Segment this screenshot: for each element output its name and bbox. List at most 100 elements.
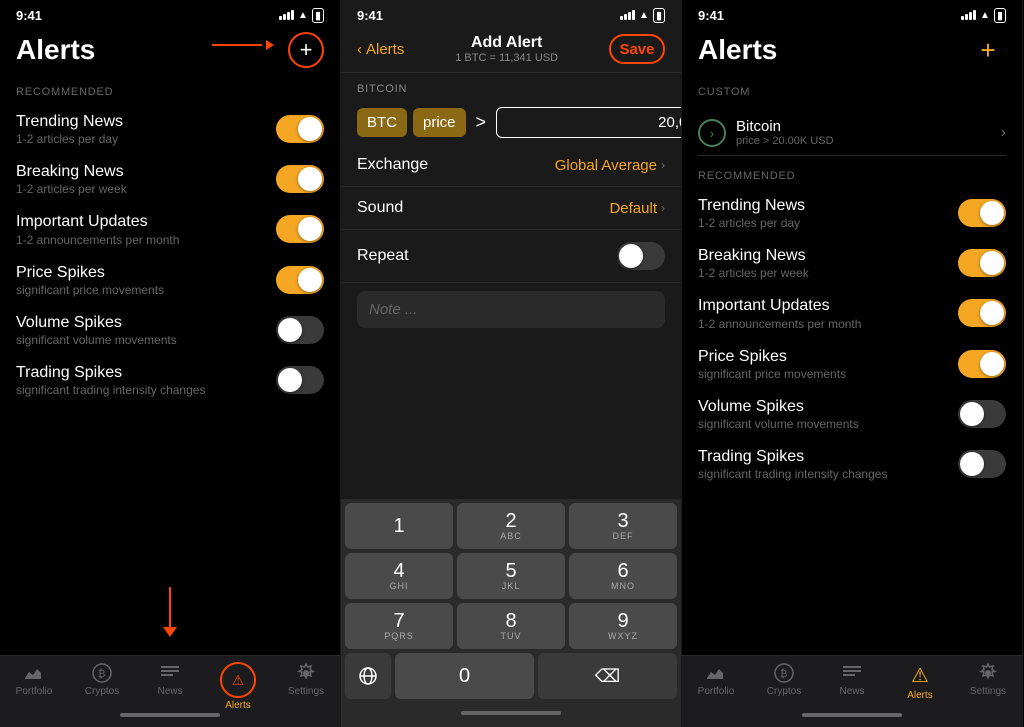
- portfolio-icon: [705, 662, 727, 684]
- alert-title: Trading Spikes: [698, 447, 958, 466]
- crypto-label: BITCOIN: [341, 73, 681, 101]
- key-5[interactable]: 5 JKL: [457, 553, 565, 599]
- delete-key[interactable]: ⌫: [538, 653, 677, 699]
- page-title-left: Alerts: [16, 34, 95, 66]
- alert-title: Price Spikes: [16, 263, 276, 282]
- key-3[interactable]: 3 DEF: [569, 503, 677, 549]
- price-spikes-toggle-left[interactable]: [276, 266, 324, 294]
- alert-title: Trading Spikes: [16, 363, 276, 382]
- tab-cryptos-right[interactable]: ₿ Cryptos: [750, 662, 818, 697]
- tab-settings-left[interactable]: Settings: [272, 662, 340, 697]
- keyboard-row-1: 1 2 ABC 3 DEF: [345, 503, 677, 549]
- list-item: Trading Spikes significant trading inten…: [0, 355, 340, 405]
- btc-rate: 1 BTC = 11,341 USD: [455, 52, 558, 64]
- wifi-icon-left: ▲: [298, 10, 308, 21]
- back-button[interactable]: ‹ Alerts: [357, 41, 404, 58]
- alert-subtitle: significant trading intensity changes: [16, 383, 276, 397]
- cryptos-icon: ₿: [91, 662, 113, 684]
- status-icons-left: ▲ ▮: [279, 8, 324, 23]
- tab-news-left[interactable]: News: [136, 662, 204, 697]
- battery-icon-right: ▮: [994, 8, 1006, 23]
- back-label: Alerts: [366, 41, 404, 58]
- exchange-value[interactable]: Global Average ›: [555, 157, 665, 174]
- list-item: Price Spikes significant price movements: [0, 255, 340, 305]
- price-spikes-toggle-right[interactable]: [958, 350, 1006, 378]
- time-left: 9:41: [16, 8, 42, 23]
- save-button[interactable]: Save: [609, 34, 665, 64]
- status-icons-right: ▲ ▮: [961, 8, 1006, 23]
- mid-nav-header: ‹ Alerts Add Alert 1 BTC = 11,341 USD Sa…: [341, 28, 681, 73]
- sound-value[interactable]: Default ›: [609, 200, 665, 217]
- key-0[interactable]: 0: [395, 653, 534, 699]
- signal-bars-left: [279, 10, 294, 20]
- list-item: Volume Spikes significant volume movemen…: [0, 305, 340, 355]
- trending-news-toggle-left[interactable]: [276, 115, 324, 143]
- alert-subtitle: significant price movements: [698, 367, 958, 381]
- breaking-news-toggle-left[interactable]: [276, 165, 324, 193]
- tab-news-right[interactable]: News: [818, 662, 886, 697]
- repeat-label: Repeat: [357, 247, 409, 265]
- battery-icon-left: ▮: [312, 8, 324, 23]
- custom-items: › Bitcoin price > 20.00K USD ›: [682, 104, 1022, 160]
- tab-portfolio-left[interactable]: Portfolio: [0, 662, 68, 697]
- key-1[interactable]: 1: [345, 503, 453, 549]
- tab-settings-right[interactable]: Settings: [954, 662, 1022, 697]
- settings-icon: [295, 662, 317, 684]
- repeat-row: Repeat: [341, 230, 681, 283]
- key-8[interactable]: 8 TUV: [457, 603, 565, 649]
- note-field[interactable]: Note ...: [357, 291, 665, 328]
- alert-subtitle: 1-2 announcements per month: [16, 233, 276, 247]
- key-2[interactable]: 2 ABC: [457, 503, 565, 549]
- globe-key[interactable]: [345, 653, 391, 699]
- tab-label: News: [839, 686, 864, 697]
- tab-cryptos-left[interactable]: ₿ Cryptos: [68, 662, 136, 697]
- add-button-area: +: [288, 32, 324, 68]
- alert-subtitle: 1-2 announcements per month: [698, 317, 958, 331]
- token-button[interactable]: BTC: [357, 108, 407, 137]
- important-updates-toggle-left[interactable]: [276, 215, 324, 243]
- breaking-news-toggle-right[interactable]: [958, 249, 1006, 277]
- right-panel: 9:41 ▲ ▮ Alerts + CUSTOM › Bitco: [682, 0, 1023, 727]
- time-middle: 9:41: [357, 8, 383, 23]
- delete-icon: ⌫: [595, 666, 620, 687]
- left-panel: 9:41 ▲ ▮ Alerts + RECOMMENDED: [0, 0, 341, 727]
- wifi-icon-middle: ▲: [639, 10, 649, 21]
- trending-news-toggle-right[interactable]: [958, 199, 1006, 227]
- trading-spikes-toggle-right[interactable]: [958, 450, 1006, 478]
- time-right: 9:41: [698, 8, 724, 23]
- tab-label: Portfolio: [698, 686, 735, 697]
- bitcoin-subtitle: price > 20.00K USD: [736, 135, 834, 147]
- alert-title: Volume Spikes: [698, 397, 958, 416]
- price-input[interactable]: [496, 107, 682, 138]
- tab-alerts-right[interactable]: ⚠ Alerts: [886, 662, 954, 701]
- volume-spikes-toggle-right[interactable]: [958, 400, 1006, 428]
- add-alert-button[interactable]: +: [288, 32, 324, 68]
- alert-subtitle: 1-2 articles per day: [16, 132, 276, 146]
- key-6[interactable]: 6 MNO: [569, 553, 677, 599]
- down-arrow-indicator: [163, 587, 177, 637]
- bitcoin-title: Bitcoin: [736, 118, 834, 135]
- alert-subtitle: significant volume movements: [698, 417, 958, 431]
- important-updates-toggle-right[interactable]: [958, 299, 1006, 327]
- volume-spikes-toggle-left[interactable]: [276, 316, 324, 344]
- signal-bars-right: [961, 10, 976, 20]
- home-indicator-left: [0, 705, 340, 725]
- repeat-toggle[interactable]: [617, 242, 665, 270]
- list-item[interactable]: › Bitcoin price > 20.00K USD ›: [698, 110, 1006, 156]
- header-right: Alerts +: [682, 28, 1022, 76]
- middle-panel: 9:41 ▲ ▮ ‹ Alerts Add Alert 1 BTC = 11,3…: [341, 0, 682, 727]
- keyboard-row-2: 4 GHI 5 JKL 6 MNO: [345, 553, 677, 599]
- tab-label: Settings: [288, 686, 324, 697]
- alert-title: Price Spikes: [698, 347, 958, 366]
- tab-alerts-left[interactable]: ⚠ Alerts: [204, 662, 272, 711]
- key-4[interactable]: 4 GHI: [345, 553, 453, 599]
- add-alert-button-right[interactable]: +: [970, 32, 1006, 68]
- trading-spikes-toggle-left[interactable]: [276, 366, 324, 394]
- tab-portfolio-right[interactable]: Portfolio: [682, 662, 750, 697]
- list-item: Important Updates 1-2 announcements per …: [0, 204, 340, 254]
- header-left: Alerts +: [0, 28, 340, 76]
- alert-title: Important Updates: [16, 212, 276, 231]
- field-button[interactable]: price: [413, 108, 466, 137]
- key-9[interactable]: 9 WXYZ: [569, 603, 677, 649]
- key-7[interactable]: 7 PQRS: [345, 603, 453, 649]
